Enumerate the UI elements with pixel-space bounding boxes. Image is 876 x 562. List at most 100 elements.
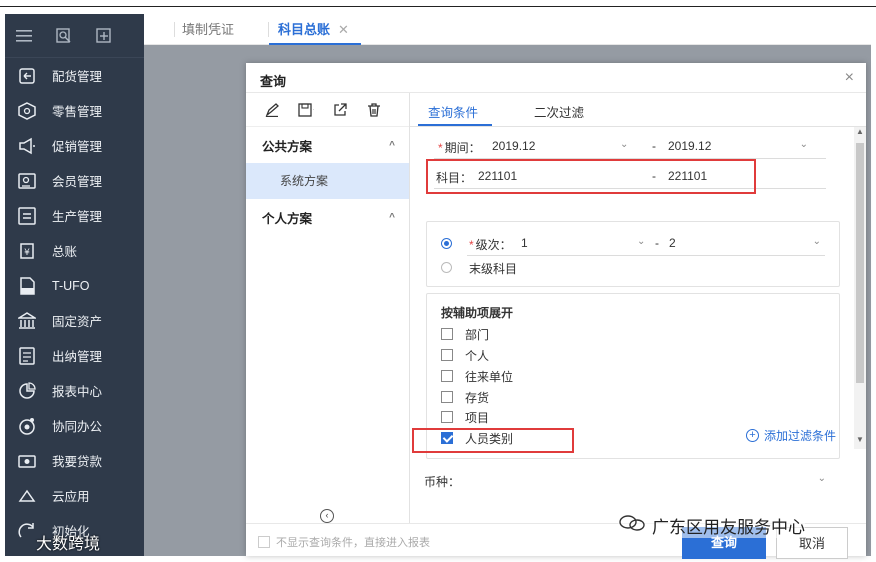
close-tab-icon[interactable]: ✕ — [338, 22, 349, 37]
chevron-down-icon[interactable]: ⌄ — [818, 473, 826, 484]
cloud-icon — [17, 486, 37, 506]
close-icon[interactable]: × — [845, 69, 854, 87]
skip-conditions-option[interactable]: 不显示查询条件，直接进入报表 — [258, 534, 430, 550]
report-icon — [17, 381, 37, 401]
checkbox[interactable] — [441, 328, 453, 340]
sidebar-item-tufo[interactable]: T-UFO — [5, 268, 144, 303]
aux-title: 按辅助项展开 — [441, 306, 514, 320]
checkbox[interactable] — [441, 391, 453, 403]
scrollbar[interactable]: ▲ ▼ — [854, 127, 866, 449]
checkbox[interactable] — [441, 411, 453, 423]
period-from-value[interactable]: 2019.12 — [492, 139, 535, 153]
period-to-value[interactable]: 2019.12 — [668, 139, 711, 153]
add-filter-button[interactable]: + 添加过滤条件 — [746, 427, 836, 444]
tab-label: 填制凭证 — [182, 22, 235, 37]
aux-item-inventory[interactable]: 存货 — [441, 387, 489, 407]
radio-leaf-subject[interactable] — [441, 262, 452, 273]
aux-item-label: 存货 — [465, 390, 490, 405]
chevron-down-icon[interactable]: ⌄ — [637, 236, 645, 247]
chevron-down-icon[interactable]: ⌄ — [813, 236, 821, 247]
chevron-down-icon[interactable]: ⌄ — [800, 139, 808, 150]
sidebar-item-label: 我要贷款 — [52, 455, 103, 469]
checkbox[interactable] — [441, 370, 453, 382]
scroll-up-icon[interactable]: ▲ — [856, 127, 864, 136]
sidebar-item-collaboration[interactable]: 协同办公 — [5, 408, 144, 443]
sidebar-item-ledger[interactable]: ¥ 总账 — [5, 233, 144, 268]
edit-icon[interactable] — [264, 102, 280, 118]
export-icon[interactable] — [95, 27, 113, 45]
sidebar-item-distribution[interactable]: 配货管理 — [5, 58, 144, 93]
group-label: 个人方案 — [262, 211, 313, 226]
public-scheme-group[interactable]: 公共方案 ^ — [246, 127, 409, 163]
aux-item-partner[interactable]: 往来单位 — [441, 366, 513, 386]
sidebar-item-fixed-assets[interactable]: 固定资产 — [5, 303, 144, 338]
period-label-text: 期间： — [444, 141, 481, 155]
sidebar-item-promotion[interactable]: 促销管理 — [5, 128, 144, 163]
sidebar-item-label: 配货管理 — [52, 70, 103, 84]
sidebar-item-label: 会员管理 — [52, 175, 103, 189]
delete-icon[interactable] — [366, 102, 382, 118]
conditions-tabs: 查询条件 二次过滤 — [410, 93, 866, 127]
sidebar-item-label: 固定资产 — [52, 315, 103, 329]
tab-subject-ledger[interactable]: 科目总账 ✕ — [278, 14, 349, 45]
highlight-box-subject — [426, 159, 756, 194]
save-icon[interactable] — [298, 102, 314, 118]
level-row[interactable]: * 级次： 1 ⌄ - 2 ⌄ — [441, 228, 825, 256]
sidebar-item-label: 云应用 — [52, 490, 90, 504]
wechat-logo-icon — [618, 513, 646, 538]
scheme-item-system[interactable]: 系统方案 — [246, 163, 409, 199]
sidebar-item-loan[interactable]: 我要贷款 — [5, 443, 144, 478]
ledger-icon: ¥ — [17, 241, 37, 261]
aux-item-project[interactable]: 项目 — [441, 407, 489, 427]
search-doc-icon[interactable] — [55, 27, 73, 45]
level-from-value[interactable]: 1 — [521, 236, 528, 250]
sidebar-item-member[interactable]: 会员管理 — [5, 163, 144, 198]
sidebar-item-label: 促销管理 — [52, 140, 103, 154]
personal-scheme-group[interactable]: 个人方案 ^ — [246, 199, 409, 235]
sidebar-item-cloud[interactable]: 云应用 — [5, 478, 144, 513]
dialog-header: 查询 × — [246, 63, 866, 93]
menu-icon[interactable] — [15, 27, 33, 45]
member-card-icon — [17, 171, 37, 191]
sidebar-item-label: 生产管理 — [52, 210, 103, 224]
scroll-down-icon[interactable]: ▼ — [856, 435, 864, 444]
tab-label: 科目总账 — [278, 22, 331, 37]
period-label: * 期间： — [438, 139, 481, 156]
sidebar-item-retail[interactable]: 零售管理 — [5, 93, 144, 128]
tab-fill-voucher[interactable]: 填制凭证 — [182, 14, 234, 45]
chevron-down-icon[interactable]: ⌄ — [620, 139, 628, 150]
checkbox[interactable] — [258, 536, 270, 548]
sidebar-item-label: 报表中心 — [52, 385, 103, 399]
sidebar-item-label: 总账 — [52, 245, 78, 259]
tab-separator — [268, 22, 269, 37]
field-underline — [467, 255, 825, 256]
conditions-body: * 期间： 2019.12 ⌄ - 2019.12 ⌄ 科目： 221101 - … — [410, 127, 852, 523]
aux-item-department[interactable]: 部门 — [441, 324, 489, 344]
corner-watermark: 大数跨境 — [6, 530, 100, 554]
conditions-pane: 查询条件 二次过滤 * 期间： 2019.12 ⌄ - 2019.12 ⌄ 科目：… — [410, 93, 866, 523]
scheme-toolbar — [246, 93, 409, 127]
tab-bar: 填制凭证 科目总账 ✕ — [144, 14, 871, 45]
share-icon[interactable] — [332, 102, 348, 118]
sidebar-item-report-center[interactable]: 报表中心 — [5, 373, 144, 408]
checkbox[interactable] — [441, 349, 453, 361]
scroll-thumb[interactable] — [856, 143, 864, 383]
tab-secondary-filter[interactable]: 二次过滤 — [534, 102, 584, 121]
sidebar-item-label: T-UFO — [52, 278, 90, 293]
chevron-up-icon[interactable]: ^ — [389, 140, 395, 151]
period-row[interactable]: * 期间： 2019.12 ⌄ - 2019.12 ⌄ — [434, 131, 826, 159]
currency-row[interactable]: 币种： ⌄ — [420, 465, 830, 493]
sidebar-item-production[interactable]: 生产管理 — [5, 198, 144, 233]
sidebar-item-label: 零售管理 — [52, 105, 103, 119]
tab-query-conditions[interactable]: 查询条件 — [428, 102, 478, 121]
skip-conditions-label: 不显示查询条件，直接进入报表 — [276, 537, 430, 549]
level-to-value[interactable]: 2 — [669, 236, 676, 250]
aux-item-personal[interactable]: 个人 — [441, 345, 489, 365]
sidebar-item-cashier[interactable]: 出纳管理 — [5, 338, 144, 373]
scheme-pane: 公共方案 ^ 系统方案 个人方案 ^ ‹ — [246, 93, 410, 523]
required-mark: * — [438, 141, 443, 155]
add-filter-label: 添加过滤条件 — [764, 429, 837, 443]
building-icon — [17, 311, 37, 331]
chevron-up-icon[interactable]: ^ — [389, 212, 395, 223]
collapse-icon[interactable]: ‹ — [320, 509, 334, 523]
